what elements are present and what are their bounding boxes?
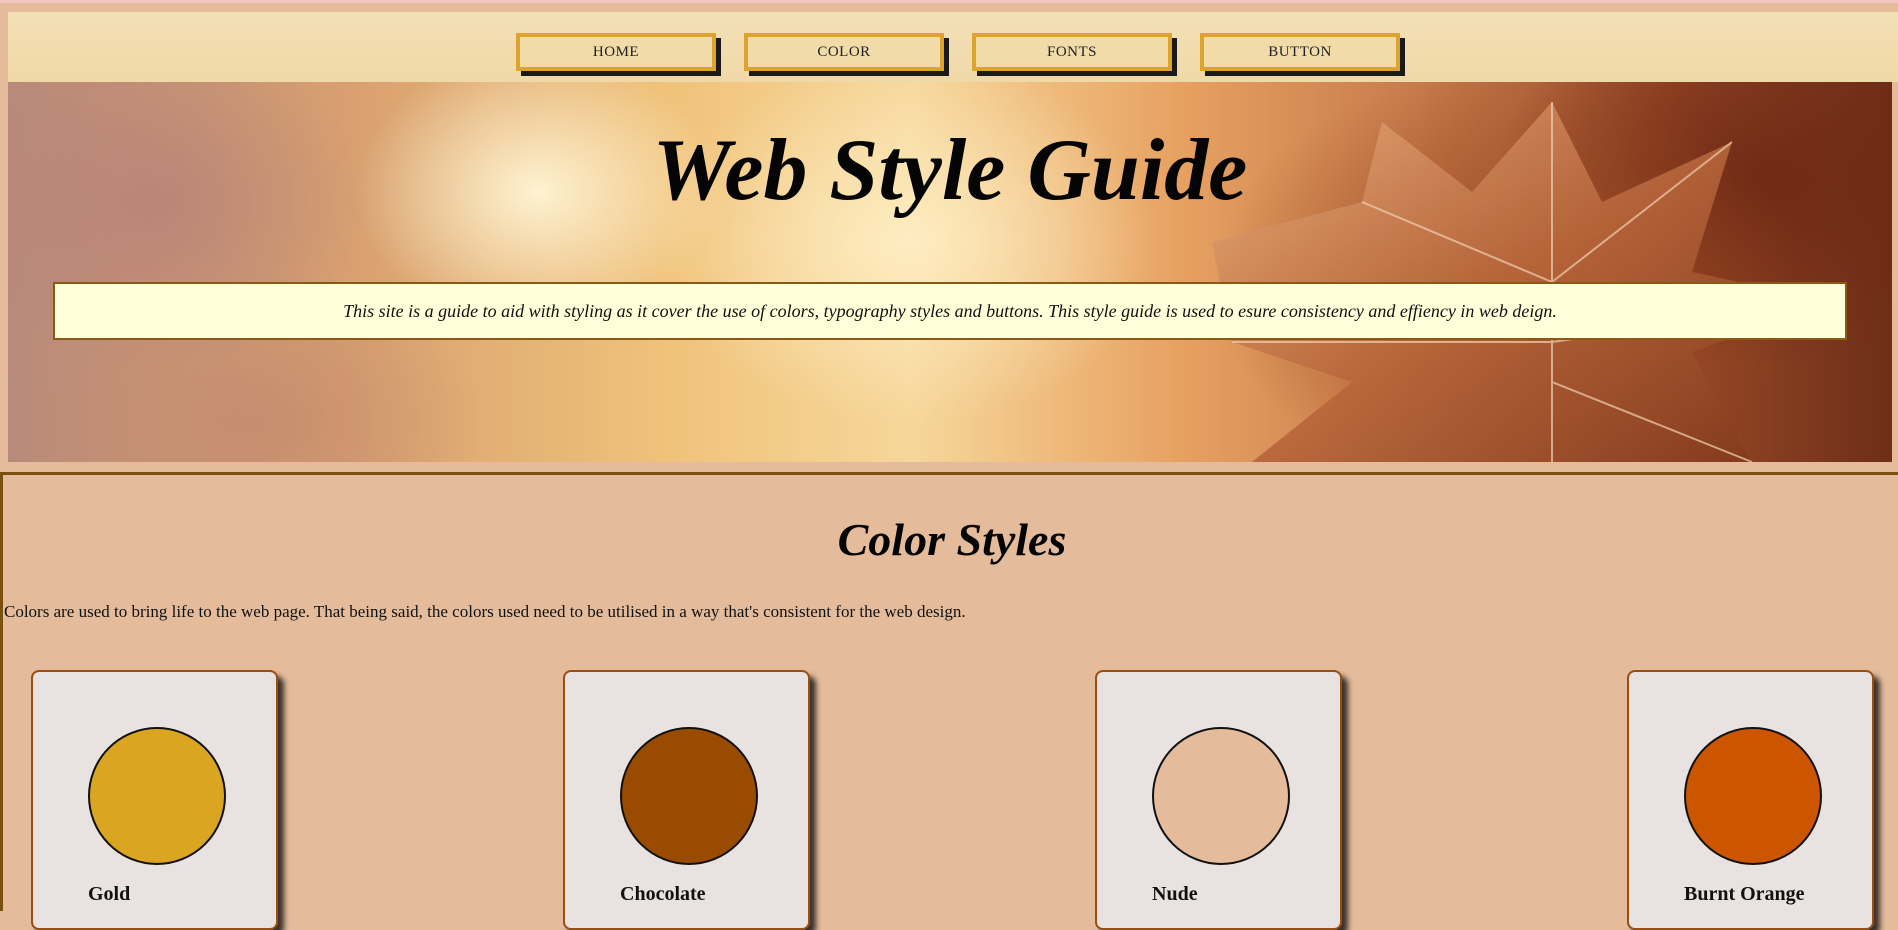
color-card-gold: Gold — [31, 670, 278, 930]
color-styles-section: Color Styles Colors are used to bring li… — [0, 472, 1898, 930]
color-swatch-nude — [1152, 727, 1290, 865]
color-swatch-chocolate — [620, 727, 758, 865]
nav-bar: HOME COLOR FONTS BUTTON — [8, 12, 1898, 82]
color-label: Chocolate — [620, 883, 706, 905]
nav-home-button[interactable]: HOME — [516, 33, 716, 71]
color-card-burnt-orange: Burnt Orange — [1627, 670, 1874, 930]
page-title: Web Style Guide — [652, 122, 1248, 219]
intro-text-box: This site is a guide to aid with styling… — [53, 282, 1847, 340]
color-label: Gold — [88, 883, 131, 905]
nav-fonts-button[interactable]: FONTS — [972, 33, 1172, 71]
top-border-line — [0, 0, 1898, 3]
section-description: Colors are used to bring life to the web… — [4, 602, 966, 621]
section-title: Color Styles — [837, 514, 1067, 565]
nav-color-button[interactable]: COLOR — [744, 33, 944, 71]
color-label: Burnt Orange — [1684, 883, 1805, 905]
color-card-chocolate: Chocolate — [563, 670, 810, 930]
color-card-nude: Nude — [1095, 670, 1342, 930]
color-swatch-burnt-orange — [1684, 727, 1822, 865]
color-swatch-gold — [88, 727, 226, 865]
nav-button-button[interactable]: BUTTON — [1200, 33, 1400, 71]
hero-banner: Web Style Guide This site is a guide to … — [8, 82, 1892, 462]
color-label: Nude — [1152, 883, 1198, 905]
